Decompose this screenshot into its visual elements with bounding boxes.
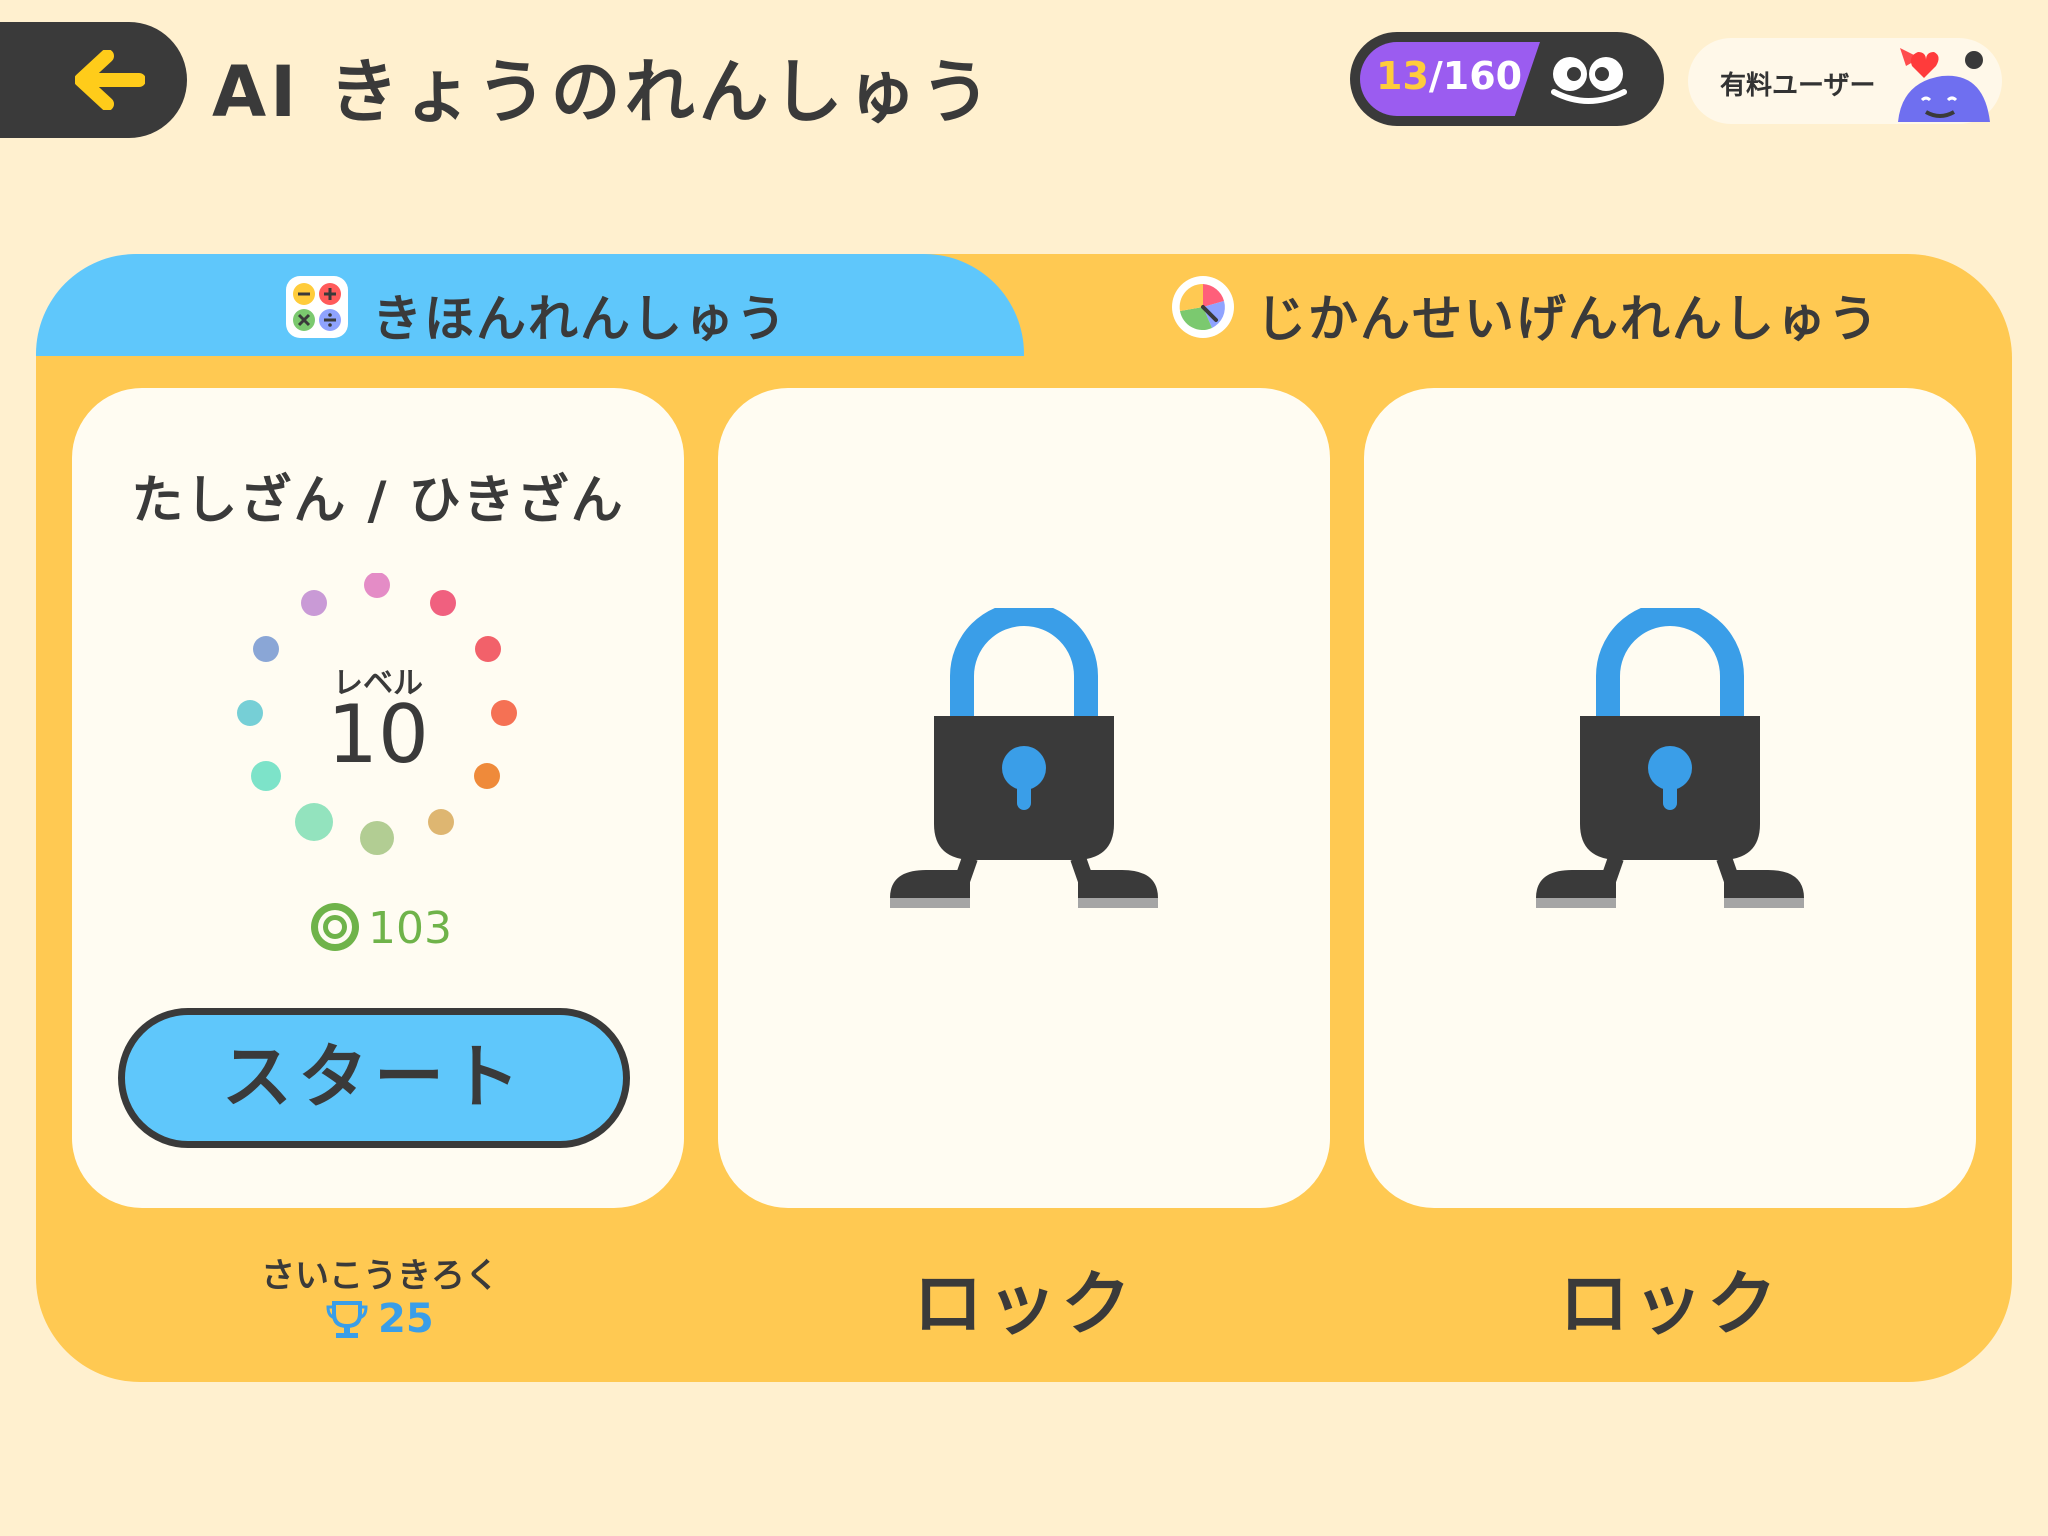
counter-total: /160: [1428, 54, 1523, 98]
trophy-icon: [326, 1301, 368, 1338]
back-button[interactable]: [0, 22, 187, 138]
tab-timed-practice[interactable]: じかんせいげんれんしゅう: [1024, 254, 2012, 356]
best-record-label: さいこうきろく: [261, 1256, 499, 1296]
user-status-label: 有料ユーザー: [1720, 71, 1876, 101]
arithmetic-icon: [286, 276, 348, 338]
page-title: AI きょうのれんしゅう: [212, 51, 995, 133]
progress-counter: 13/160: [1350, 32, 1664, 126]
coin-icon: [311, 903, 359, 951]
counter-text: 13/160: [1376, 54, 1522, 98]
padlock-icon: [1536, 608, 1804, 908]
tab-timed-label: じかんせいげんれんしゅう: [1256, 290, 1880, 348]
arrow-left-icon: [75, 50, 145, 110]
level-value: 10: [327, 688, 429, 781]
padlock-icon: [890, 608, 1158, 908]
locked-label-2: ロック: [1559, 1263, 1781, 1345]
user-status-badge[interactable]: 有料ユーザー: [1688, 38, 2002, 124]
tab-basic-practice[interactable]: きほんれんしゅう: [36, 254, 1024, 356]
locked-card-1: [718, 388, 1330, 1208]
tab-basic-label: きほんれんしゅう: [372, 290, 788, 348]
start-button[interactable]: スタート: [118, 1008, 630, 1148]
purple-monster-avatar: [1898, 48, 1990, 122]
locked-label-1: ロック: [913, 1263, 1135, 1345]
coin-value: 103: [368, 903, 452, 954]
best-record-value: 25: [378, 1296, 434, 1342]
monster-eyes-icon: [1551, 57, 1627, 104]
card-title: たしざん / ひきざん: [131, 471, 625, 531]
locked-card-2: [1364, 388, 1976, 1208]
practice-card-addition-subtraction[interactable]: たしざん / ひきざん レベル 10 103 スタート: [72, 388, 684, 1208]
timer-pie-icon: [1172, 276, 1234, 338]
counter-current: 13: [1376, 54, 1429, 98]
